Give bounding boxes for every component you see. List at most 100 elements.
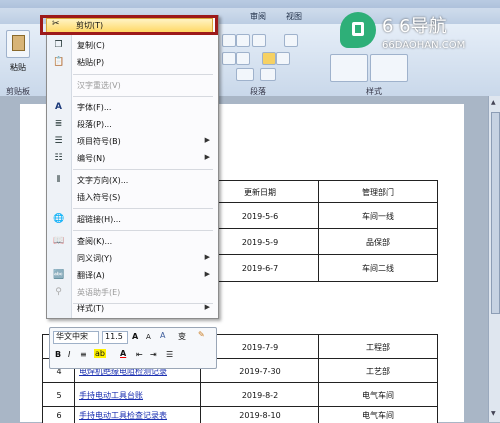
- menu-item-synonyms[interactable]: 同义词(Y) ▶: [47, 250, 218, 267]
- annotation-highlight-box: [40, 15, 218, 35]
- menu-separator: [73, 230, 213, 231]
- center-align-icon[interactable]: ≡: [80, 350, 87, 359]
- menu-item-label: 翻译(A): [77, 271, 105, 280]
- menu-separator: [73, 74, 213, 75]
- watermark-brand: 6 6导航: [382, 16, 447, 37]
- text-direction-icon: ⫴: [56, 175, 61, 185]
- scroll-down-icon[interactable]: ▼: [491, 410, 498, 417]
- distributed-button[interactable]: [276, 52, 290, 65]
- menu-item-bullets[interactable]: ☰ 项目符号(B) ▶: [47, 133, 218, 150]
- indent-button[interactable]: [284, 34, 298, 47]
- menu-item-label: 文字方向(X)...: [77, 176, 129, 185]
- change-case-icon[interactable]: 变: [178, 331, 186, 342]
- borders-button[interactable]: [236, 68, 254, 81]
- menu-item-copy[interactable]: ❐ 复制(C): [47, 37, 218, 54]
- align-left-button[interactable]: [222, 52, 236, 65]
- menu-item-paste[interactable]: 📋 粘贴(P): [47, 54, 218, 71]
- menu-item-translate[interactable]: 🔤 翻译(A) ▶: [47, 267, 218, 284]
- english-assistant-icon: ⚲: [55, 287, 62, 297]
- tab-review[interactable]: 审阅: [250, 11, 266, 22]
- menu-separator: [73, 208, 213, 209]
- decrease-indent-icon[interactable]: ⇤: [136, 350, 143, 359]
- bullets-icon[interactable]: ☰: [166, 350, 173, 359]
- italic-button[interactable]: I: [68, 350, 70, 359]
- table-cell-num: 5: [42, 382, 76, 408]
- menu-item-label: 项目符号(B): [77, 137, 121, 146]
- table-cell-dept: 电气车间: [318, 382, 438, 408]
- menu-item-label: 超链接(H)...: [77, 215, 121, 224]
- table-cell-date: 2019-8-10: [200, 406, 320, 423]
- clipboard-icon: [12, 35, 25, 51]
- menu-item-label: 插入符号(S): [77, 193, 121, 202]
- menu-item-label: 粘贴(P): [77, 58, 105, 67]
- submenu-arrow-icon: ▶: [204, 136, 210, 144]
- menu-item-font[interactable]: A 字体(F)...: [47, 99, 218, 116]
- table-cell-dept: 工艺部: [318, 358, 438, 384]
- menu-separator: [73, 96, 213, 97]
- watermark-logo-icon: [340, 12, 376, 48]
- increase-indent-icon[interactable]: ⇥: [150, 350, 157, 359]
- bullets-icon: ☰: [54, 136, 63, 146]
- scroll-up-icon[interactable]: ▲: [491, 99, 498, 106]
- multilevel-button[interactable]: [252, 34, 266, 47]
- format-painter-icon[interactable]: ✎: [198, 330, 205, 339]
- font-icon: A: [55, 102, 62, 112]
- scroll-thumb[interactable]: [491, 112, 500, 314]
- table-cell-num: 6: [42, 406, 76, 423]
- menu-item-label: 编号(N): [77, 154, 106, 163]
- document-link[interactable]: 手持电动工具检查记录表: [79, 410, 167, 421]
- menu-item-text-direction[interactable]: ⫴ 文字方向(X)...: [47, 172, 218, 189]
- menu-separator: [73, 169, 213, 170]
- highlight-icon[interactable]: ab: [94, 349, 106, 358]
- watermark-domain: 66DAOHAN.COM: [382, 40, 466, 51]
- menu-item-label: 同义词(Y): [77, 254, 113, 263]
- menu-item-numbering[interactable]: ☷ 编号(N) ▶: [47, 150, 218, 167]
- paste-label: 粘贴: [10, 63, 26, 72]
- menu-item-label: 段落(P)...: [77, 120, 112, 129]
- lookup-icon: 📖: [53, 236, 65, 246]
- watermark: 6 6导航 66DAOHAN.COM: [340, 8, 490, 62]
- bold-button[interactable]: B: [55, 350, 61, 359]
- menu-item-hyperlink[interactable]: 🌐 超链接(H)...: [47, 211, 218, 228]
- menu-item-label: 汉字重选(V): [77, 81, 121, 90]
- table-cell-dept: 品保部: [318, 228, 438, 256]
- table-cell-dept: 车间二线: [318, 254, 438, 282]
- submenu-arrow-icon: ▶: [204, 270, 210, 278]
- table-cell-name-link[interactable]: 手持电动工具台账: [74, 382, 202, 408]
- translate-icon: 🔤: [53, 270, 65, 280]
- tab-view[interactable]: 视图: [286, 11, 302, 22]
- grow-font-icon[interactable]: A: [132, 332, 138, 341]
- font-size-box[interactable]: 11.5: [102, 331, 128, 344]
- justify-button[interactable]: [262, 52, 276, 65]
- shrink-font-icon[interactable]: A: [146, 333, 151, 341]
- menu-item-label: 查阅(K)...: [77, 237, 113, 246]
- align-center-button[interactable]: [236, 52, 250, 65]
- menu-item-label: 样式(T): [77, 304, 105, 313]
- vertical-scrollbar[interactable]: ▲ ▼: [488, 96, 500, 422]
- menu-item-label: 复制(C): [77, 41, 105, 50]
- table-cell-date: 2019-8-2: [200, 382, 320, 408]
- numbering-button[interactable]: [236, 34, 250, 47]
- table-cell-date: 2019-7-9: [200, 334, 320, 360]
- shading-button[interactable]: [260, 68, 276, 81]
- menu-item-reconvert[interactable]: 汉字重选(V): [47, 77, 218, 94]
- submenu-arrow-icon: ▶: [204, 303, 210, 311]
- font-name-box[interactable]: 华文中宋: [53, 331, 99, 344]
- context-menu: ✂ 剪切(T) ❐ 复制(C) 📋 粘贴(P) 汉字重选(V) A 字体(F).…: [46, 15, 219, 319]
- mini-toolbar: 华文中宋 11.5 A A A 变 ✎ B I ≡ ab A ⇤ ⇥ ☰: [49, 327, 217, 369]
- document-link[interactable]: 手持电动工具台账: [79, 390, 143, 401]
- paste-button[interactable]: [6, 30, 30, 58]
- table-cell-dept: 工程部: [318, 334, 438, 360]
- menu-item-insert-symbol[interactable]: 插入符号(S): [47, 189, 218, 206]
- paragraph-icon: ≣: [54, 119, 63, 129]
- table-cell-name-link[interactable]: 手持电动工具检查记录表: [74, 406, 202, 423]
- menu-item-label: 英语助手(E): [77, 288, 121, 297]
- bullets-button[interactable]: [222, 34, 236, 47]
- table-cell-dept: 车间一线: [318, 202, 438, 230]
- menu-item-styles[interactable]: 样式(T) ▶: [47, 300, 218, 317]
- menu-item-lookup[interactable]: 📖 查阅(K)...: [47, 233, 218, 250]
- menu-item-paragraph[interactable]: ≣ 段落(P)...: [47, 116, 218, 133]
- font-color-button[interactable]: A: [120, 349, 126, 358]
- styles-icon[interactable]: A: [160, 331, 165, 340]
- menu-item-english-assistant[interactable]: ⚲ 英语助手(E): [47, 284, 218, 301]
